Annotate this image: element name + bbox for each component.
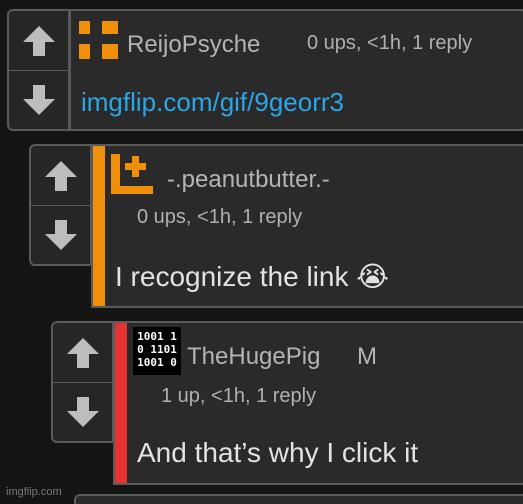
comment-link[interactable]: imgflip.com/gif/9georr3 xyxy=(81,87,344,118)
username[interactable]: ReijoPsyche xyxy=(127,31,260,59)
username[interactable]: TheHugePig xyxy=(187,343,320,371)
vote-controls xyxy=(29,144,92,266)
avatar[interactable] xyxy=(109,152,155,198)
comment-meta: 1 up, <1h, 1 reply xyxy=(161,385,317,407)
comment-meta: 0 ups, <1h, 1 reply xyxy=(137,206,303,228)
orange-blocks-icon xyxy=(79,21,118,59)
vote-controls xyxy=(51,321,114,443)
comment-reijopsyche: ReijoPsyche 0 ups, <1h, 1 reply imgflip.… xyxy=(7,9,523,131)
svg-text:1001 1: 1001 1 xyxy=(137,330,177,343)
svg-text:1001 0: 1001 0 xyxy=(137,356,177,369)
down-arrow-icon xyxy=(66,396,99,427)
upvote-button[interactable] xyxy=(53,323,112,383)
downvote-button[interactable] xyxy=(31,205,90,264)
watermark: imgflip.com xyxy=(6,486,62,498)
down-arrow-icon xyxy=(44,219,77,250)
upvote-button[interactable] xyxy=(31,146,90,206)
comment-text-content: I recognize the link xyxy=(115,261,349,292)
username[interactable]: -.peanutbutter.- xyxy=(167,166,330,194)
comment-body: 1001 1 0 1101 1001 0 TheHugePig M 1 up, … xyxy=(113,321,523,485)
comment-thehugepig: 1001 1 0 1101 1001 0 TheHugePig M 1 up, … xyxy=(51,321,523,485)
comment-body: -.peanutbutter.- 0 ups, <1h, 1 reply I r… xyxy=(91,144,523,308)
upvote-button[interactable] xyxy=(9,11,68,71)
thread-accent-bar xyxy=(115,323,127,483)
next-comment-edge xyxy=(74,494,523,504)
up-arrow-icon xyxy=(22,25,55,56)
avatar[interactable]: 1001 1 0 1101 1001 0 xyxy=(133,327,181,375)
orange-plus-icon xyxy=(111,154,153,194)
comment-body: ReijoPsyche 0 ups, <1h, 1 reply imgflip.… xyxy=(69,9,523,131)
downvote-button[interactable] xyxy=(53,382,112,441)
down-arrow-icon xyxy=(22,84,55,115)
avatar[interactable] xyxy=(77,19,121,63)
comment-peanutbutter: -.peanutbutter.- 0 ups, <1h, 1 reply I r… xyxy=(29,144,523,308)
thread-accent-bar xyxy=(93,146,105,306)
binary-pixel-icon: 1001 1 0 1101 1001 0 xyxy=(137,330,177,369)
up-arrow-icon xyxy=(44,160,77,191)
comment-meta: 0 ups, <1h, 1 reply xyxy=(307,32,473,54)
comment-text: And that’s why I click it xyxy=(137,437,419,468)
svg-text:0 1101: 0 1101 xyxy=(137,343,177,356)
vote-controls xyxy=(7,9,70,131)
up-arrow-icon xyxy=(66,337,99,368)
downvote-button[interactable] xyxy=(9,70,68,129)
comment-text: I recognize the link 😭 xyxy=(115,260,389,293)
crying-emoji-icon: 😭 xyxy=(356,261,389,292)
mod-badge: M xyxy=(357,343,377,370)
